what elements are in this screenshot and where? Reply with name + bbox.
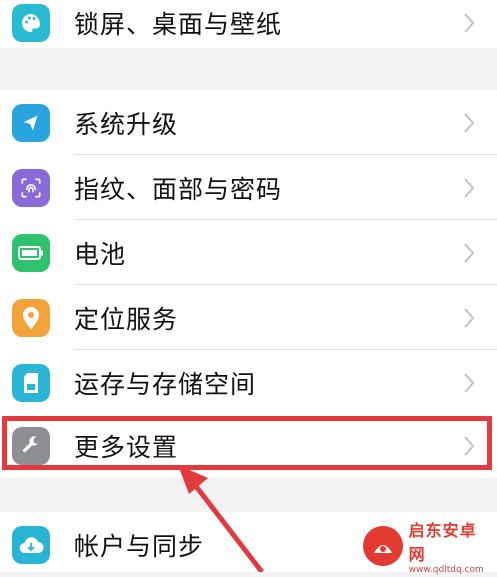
update-icon — [12, 103, 50, 142]
row-label: 帐户与同步 — [74, 531, 205, 561]
row-system-update[interactable]: 系统升级 — [0, 90, 497, 155]
row-label: 锁屏、桌面与壁纸 — [74, 9, 283, 39]
cloud-sync-icon — [12, 525, 50, 564]
row-lockscreen-wallpaper[interactable]: 锁屏、桌面与壁纸 — [0, 0, 497, 55]
chevron-right-icon — [464, 372, 475, 393]
row-label: 指纹、面部与密码 — [74, 174, 283, 204]
fingerprint-icon — [12, 168, 50, 207]
storage-icon — [12, 363, 50, 402]
palette-icon — [12, 3, 50, 42]
row-label: 系统升级 — [74, 109, 179, 139]
chevron-right-icon — [464, 307, 475, 328]
chevron-right-icon — [464, 12, 475, 33]
watermark-url: www.qdltdq.com — [408, 565, 484, 575]
row-location-services[interactable]: 定位服务 — [0, 285, 497, 350]
row-fingerprint-face-password[interactable]: 指纹、面部与密码 — [0, 155, 497, 220]
settings-group-1: 锁屏、桌面与壁纸 — [0, 0, 497, 48]
chevron-right-icon — [464, 112, 475, 133]
row-battery[interactable]: 电池 — [0, 220, 497, 285]
row-memory-storage[interactable]: 运存与存储空间 — [0, 350, 497, 415]
watermark-logo: 启东安卓网 www.qdltdq.com — [363, 521, 493, 575]
row-label: 运存与存储空间 — [74, 369, 257, 399]
row-label: 电池 — [74, 239, 127, 269]
row-label: 定位服务 — [74, 304, 179, 334]
watermark-icon — [363, 526, 403, 566]
chevron-right-icon — [464, 242, 475, 263]
watermark-title: 启东安卓网 — [408, 521, 477, 564]
highlight-box — [2, 416, 492, 470]
location-icon — [12, 298, 50, 337]
chevron-right-icon — [464, 177, 475, 198]
battery-icon — [12, 233, 50, 272]
